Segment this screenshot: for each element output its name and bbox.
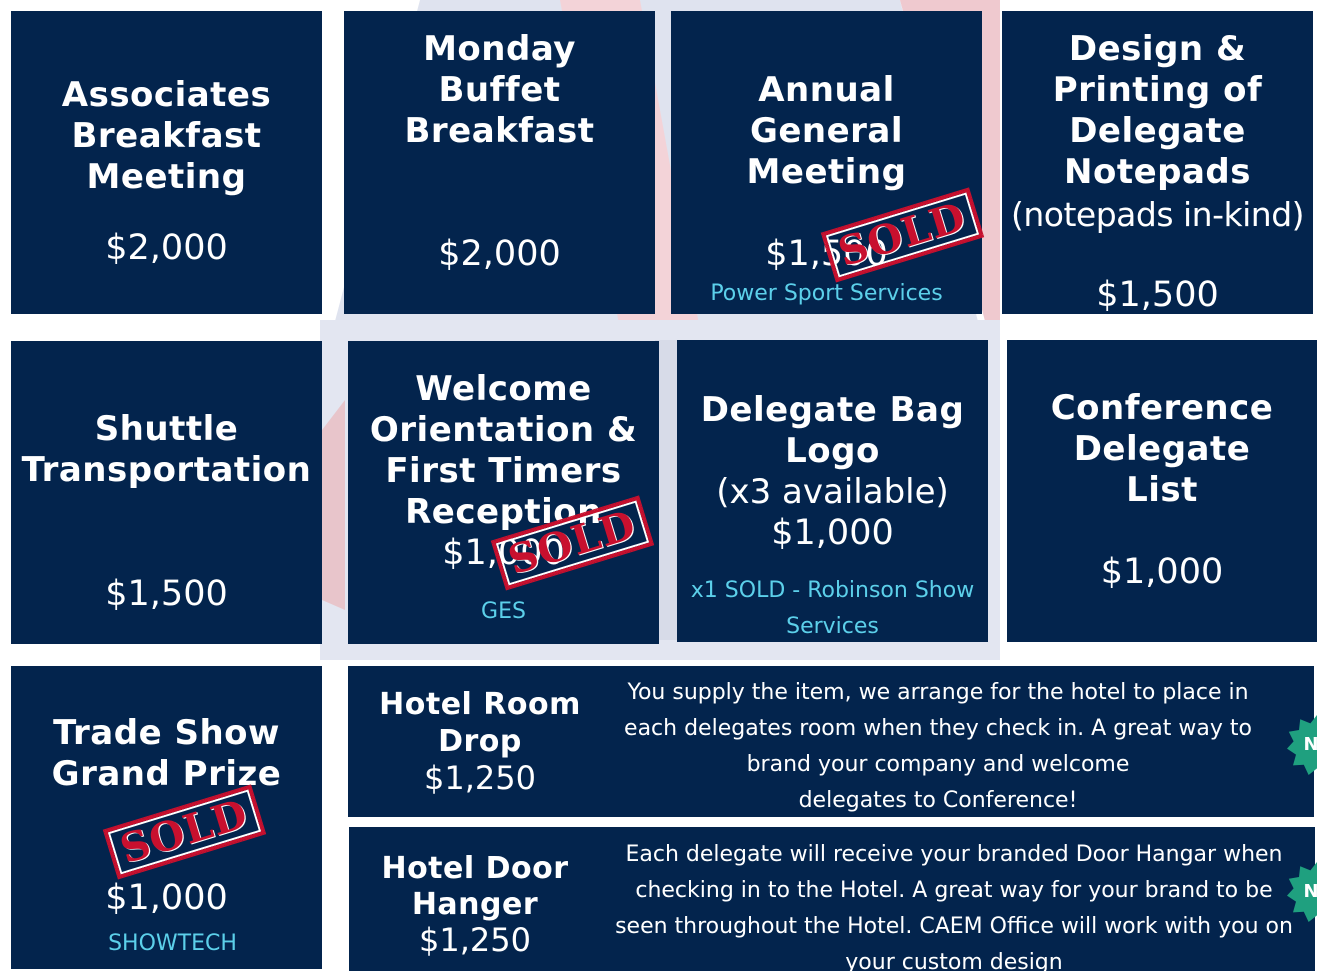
package-price: $1,000	[771, 513, 894, 553]
package-price: $1,000	[105, 878, 228, 918]
title-line: Printing of	[1052, 70, 1263, 110]
description-line: Each delegate will receive your branded …	[625, 842, 1283, 867]
sponsor-line: x1 SOLD - Robinson Show	[690, 578, 975, 603]
description-line: You supply the item, we arrange for the …	[627, 680, 1249, 705]
package-price: $1,000	[1100, 552, 1224, 592]
package-sponsor: SHOWTECH	[108, 931, 237, 956]
title-line: List	[1126, 470, 1198, 510]
package-title: Associates Breakfast Meeting	[11, 75, 322, 198]
package-price: $1,500	[105, 574, 228, 614]
title-line: Design &	[1068, 29, 1247, 69]
description-line: brand your company and welcome	[746, 752, 1130, 777]
title-line: Breakfast	[71, 116, 262, 156]
package-price: $1,500	[1096, 275, 1219, 314]
description-line: checking in to the Hotel. A great way fo…	[635, 878, 1273, 903]
package-card-hotel-room-drop: Hotel Room Drop $1,250 You supply the it…	[348, 666, 1314, 817]
package-title: Shuttle Transportation	[11, 409, 322, 491]
title-line: Orientation &	[369, 410, 638, 450]
title-line: Meeting	[746, 152, 907, 192]
description-line: each delegates room when they check in. …	[624, 716, 1252, 741]
sponsor-line: Services	[786, 614, 879, 639]
package-description: Each delegate will receive your branded …	[597, 837, 1311, 971]
title-line: General	[749, 111, 904, 151]
title-line: Breakfast	[404, 111, 595, 151]
package-title: Trade Show Grand Prize	[11, 713, 322, 795]
title-line: First Timers	[385, 451, 622, 491]
title-line: Delegate	[1069, 111, 1246, 151]
title-line: Shuttle	[94, 409, 239, 449]
package-title: Hotel Room Drop	[348, 686, 612, 760]
title-line: Notepads	[1064, 152, 1251, 192]
package-sponsor: GES	[481, 599, 526, 624]
package-title: Annual General Meeting	[671, 70, 982, 193]
package-sponsor: x1 SOLD - Robinson Show Services	[677, 573, 988, 642]
description-line: delegates to Conference!	[798, 788, 1078, 813]
title-line: Grand Prize	[51, 754, 282, 794]
description-line: your custom design	[845, 950, 1063, 971]
title-line: Drop	[438, 724, 522, 759]
title-line: Hotel Door	[381, 851, 569, 886]
package-title: Hotel Door Hanger	[349, 851, 601, 923]
package-title: Design & Printing of Delegate Notepads	[1002, 29, 1313, 193]
title-line: Trade Show	[53, 713, 280, 753]
package-card-monday-buffet: Monday Buffet Breakfast $2,000	[344, 11, 655, 314]
title-line: Hotel Room	[379, 687, 581, 722]
package-title: Monday Buffet Breakfast	[344, 29, 655, 152]
package-price: $1,250	[419, 921, 531, 959]
package-subtitle: (notepads in-kind)	[1010, 195, 1305, 234]
package-description: You supply the item, we arrange for the …	[598, 675, 1278, 817]
package-title: Conference Delegate List	[1007, 388, 1317, 511]
description-line: seen throughout the Hotel. CAEM Office w…	[615, 914, 1293, 939]
package-card-delegate-bag-logo: Delegate Bag Logo (x3 available) $1,000 …	[677, 340, 988, 642]
package-card-welcome-reception: Welcome Orientation & First Timers Recep…	[348, 341, 659, 644]
title-line: Delegate	[1073, 429, 1251, 469]
title-line: Transportation	[21, 450, 312, 490]
title-line: Annual	[758, 70, 895, 110]
title-line: Logo	[785, 431, 880, 471]
package-card-annual-general-meeting: Annual General Meeting $1,500 Power Spor…	[671, 11, 982, 314]
title-line: Delegate Bag	[700, 390, 965, 430]
title-line: Conference	[1050, 388, 1274, 428]
title-line: Associates	[61, 75, 272, 115]
package-card-conference-delegate-list: Conference Delegate List $1,000	[1007, 340, 1317, 642]
package-title: Delegate Bag Logo	[677, 390, 988, 472]
title-line: Hanger	[411, 887, 539, 922]
package-price: $1,250	[424, 759, 536, 797]
title-line: Buffet	[438, 70, 561, 110]
title-line: Meeting	[86, 157, 247, 197]
package-subtitle: (x3 available)	[716, 472, 949, 512]
package-card-associates-breakfast: Associates Breakfast Meeting $2,000	[11, 11, 322, 314]
title-line: Monday	[423, 29, 576, 69]
title-line: Welcome	[415, 369, 592, 409]
package-price: $2,000	[105, 228, 228, 268]
package-card-shuttle: Shuttle Transportation $1,500	[11, 341, 322, 644]
package-sponsor: Power Sport Services	[710, 281, 943, 306]
package-card-hotel-door-hanger: Hotel Door Hanger $1,250 Each delegate w…	[349, 827, 1315, 971]
package-price: $2,000	[438, 234, 561, 274]
package-card-delegate-notepads: Design & Printing of Delegate Notepads (…	[1002, 11, 1313, 314]
